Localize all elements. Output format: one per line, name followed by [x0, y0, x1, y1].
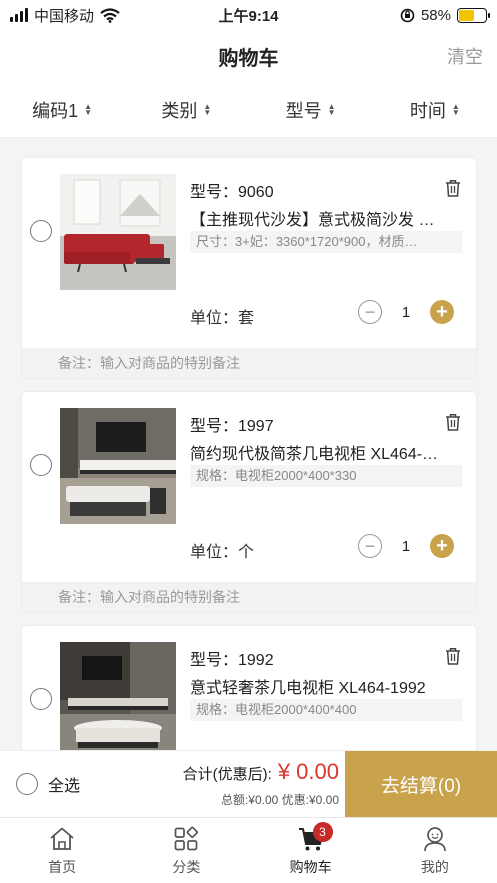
quantity-stepper: − 1 +: [358, 300, 454, 324]
carrier-label: 中国移动: [34, 7, 95, 25]
tab-profile-label: 我的: [420, 858, 449, 875]
item-select-radio[interactable]: [30, 220, 52, 242]
battery-icon: [457, 7, 490, 23]
select-all-label[interactable]: 全选: [48, 772, 80, 796]
trash-icon[interactable]: [444, 646, 462, 666]
item-unit: 单位：个: [190, 544, 255, 561]
item-model: 型号：9060: [190, 184, 274, 201]
status-time: 上午9:14: [218, 7, 279, 25]
category-icon: [175, 826, 199, 850]
tab-category-label: 分类: [172, 858, 201, 875]
cart-item: 型号：1997 简约现代极简茶几电视柜 XL464-… 规格：电视柜2000*4…: [22, 392, 476, 612]
quantity-stepper: − 1 +: [358, 534, 454, 558]
sort-arrows-icon: ▲ ▼: [84, 101, 93, 117]
tab-home-label: 首页: [48, 858, 77, 875]
checkout-button[interactable]: 去结算(0): [345, 751, 497, 818]
status-bar: 中国移动 上午9:14 58%: [0, 0, 497, 30]
tab-category[interactable]: 分类: [124, 818, 248, 883]
total-summary: 合计(优惠后): ¥ 0.00 总额:¥0.00 优惠:¥0.00: [183, 759, 339, 808]
cart-item: 型号：9060 【主推现代沙发】意式极简沙发 … 尺寸：3+妃：3360*172…: [22, 158, 476, 378]
product-image[interactable]: [60, 408, 176, 524]
sort-model-label: 型号: [285, 100, 322, 121]
tab-home[interactable]: 首页: [0, 818, 124, 883]
sort-arrows-icon: ▲ ▼: [451, 101, 460, 117]
sort-bar: 编码1 ▲ ▼ 类别 ▲ ▼ 型号 ▲ ▼ 时间 ▲ ▼: [0, 82, 497, 138]
item-title[interactable]: 【主推现代沙发】意式极简沙发 …: [190, 206, 462, 230]
item-spec: 规格：电视柜2000*400*400: [190, 699, 462, 721]
clear-button[interactable]: 清空: [447, 43, 483, 69]
decrease-quantity-button[interactable]: −: [358, 534, 382, 558]
sort-category[interactable]: 类别 ▲ ▼: [124, 97, 248, 123]
sort-model[interactable]: 型号 ▲ ▼: [249, 97, 373, 123]
item-title[interactable]: 简约现代极简茶几电视柜 XL464-…: [190, 440, 462, 464]
total-label: 合计(优惠后):: [182, 766, 272, 783]
trash-icon[interactable]: [444, 178, 462, 198]
product-image[interactable]: [60, 642, 176, 758]
sort-code[interactable]: 编码1 ▲ ▼: [0, 97, 124, 123]
item-title[interactable]: 意式轻奢茶几电视柜 XL464-1992: [190, 674, 462, 698]
item-model: 型号：1992: [190, 652, 274, 669]
item-model: 型号：1997: [190, 418, 274, 435]
remark-input[interactable]: 备注：输入对商品的特别备注: [22, 348, 476, 378]
sort-time-label: 时间: [409, 100, 446, 121]
home-icon: [50, 827, 74, 850]
sort-category-label: 类别: [161, 100, 198, 121]
nav-header: 购物车 清空: [0, 30, 497, 82]
decrease-quantity-button[interactable]: −: [358, 300, 382, 324]
item-spec: 规格：电视柜2000*400*330: [190, 465, 462, 487]
quantity-value[interactable]: 1: [382, 538, 430, 555]
select-all-radio[interactable]: [16, 773, 38, 795]
item-spec: 尺寸：3+妃：3360*1720*900，材质…: [190, 231, 462, 253]
cart-badge: 3: [312, 822, 333, 842]
quantity-value[interactable]: 1: [382, 304, 430, 321]
tab-cart[interactable]: 3 购物车: [249, 818, 373, 883]
checkout-bar: 全选 合计(优惠后): ¥ 0.00 总额:¥0.00 优惠:¥0.00 去结算…: [0, 750, 497, 818]
sort-arrows-icon: ▲ ▼: [203, 101, 212, 117]
tab-cart-label: 购物车: [289, 858, 332, 875]
sort-arrows-icon: ▲ ▼: [327, 101, 336, 117]
tab-profile[interactable]: 我的: [373, 818, 497, 883]
item-unit: 单位：套: [190, 310, 255, 327]
increase-quantity-button[interactable]: +: [430, 300, 454, 324]
wifi-icon: [100, 7, 120, 23]
page-title: 购物车: [218, 47, 279, 70]
sort-time[interactable]: 时间 ▲ ▼: [373, 97, 497, 123]
item-select-radio[interactable]: [30, 688, 52, 710]
profile-icon: [424, 826, 446, 851]
total-value: ¥ 0.00: [277, 759, 339, 784]
increase-quantity-button[interactable]: +: [430, 534, 454, 558]
orientation-lock-icon: [400, 8, 415, 22]
battery-percent: 58%: [420, 6, 451, 24]
trash-icon[interactable]: [444, 412, 462, 432]
product-image[interactable]: [60, 174, 176, 290]
tab-bar: 首页 分类 3 购物车 我的: [0, 817, 497, 883]
remark-input[interactable]: 备注：输入对商品的特别备注: [22, 582, 476, 612]
signal-icon: [10, 8, 28, 22]
total-detail: 总额:¥0.00 优惠:¥0.00: [220, 793, 339, 807]
sort-code-label: 编码1: [32, 100, 79, 121]
item-select-radio[interactable]: [30, 454, 52, 476]
